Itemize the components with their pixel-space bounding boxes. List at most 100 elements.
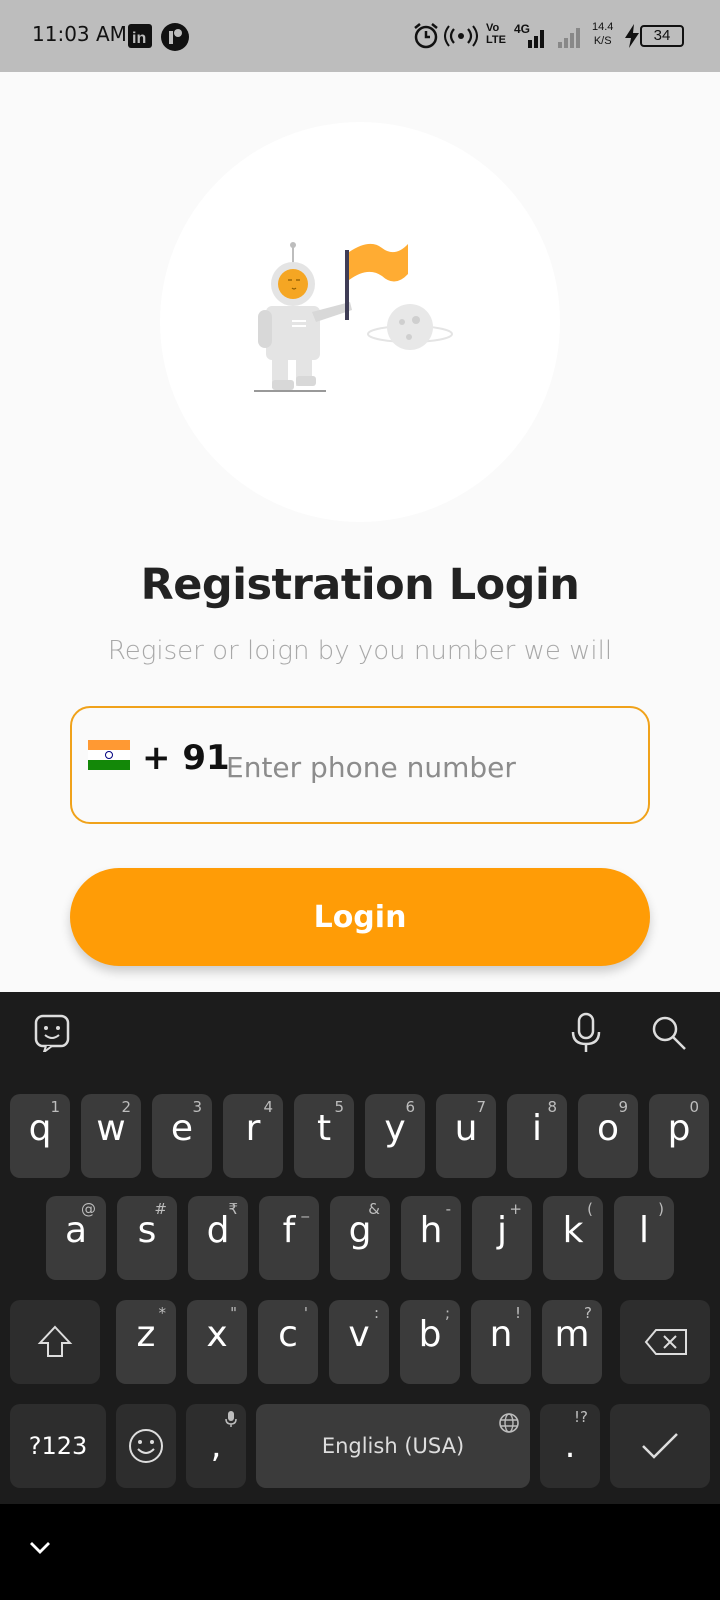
- key-s[interactable]: # s: [117, 1196, 177, 1280]
- shift-key[interactable]: [10, 1300, 100, 1384]
- comma-label: ,: [210, 1426, 222, 1466]
- signal-icon: [558, 28, 580, 48]
- key-g[interactable]: & g: [330, 1196, 390, 1280]
- space-key[interactable]: English (USA): [256, 1404, 530, 1488]
- key-p[interactable]: 0p: [649, 1094, 709, 1178]
- key-label: q: [28, 1108, 52, 1149]
- key-z[interactable]: * z: [116, 1300, 176, 1384]
- key-u[interactable]: 7u: [436, 1094, 496, 1178]
- battery-level: 34: [653, 27, 671, 44]
- key-q[interactable]: 1q: [10, 1094, 70, 1178]
- nav-bar: [0, 1504, 720, 1600]
- linkedin-icon: in: [128, 24, 152, 48]
- key-y[interactable]: 6y: [365, 1094, 425, 1178]
- symbols-key[interactable]: ?123: [10, 1404, 106, 1488]
- key-label: k: [562, 1210, 584, 1251]
- key-l[interactable]: ) l: [614, 1196, 674, 1280]
- key-t[interactable]: 5t: [294, 1094, 354, 1178]
- key-label: b: [418, 1314, 442, 1355]
- india-flag-icon: [88, 740, 130, 770]
- status-time: 11:03 AM: [32, 22, 127, 46]
- key-i[interactable]: 8i: [507, 1094, 567, 1178]
- key-label: r: [245, 1108, 261, 1149]
- astronaut-illustration: [254, 242, 453, 392]
- check-icon: [642, 1433, 678, 1459]
- alarm-icon: [414, 23, 438, 49]
- key-k[interactable]: (k: [543, 1196, 603, 1280]
- key-label: s: [137, 1210, 157, 1251]
- space-label: English (USA): [321, 1434, 465, 1458]
- status-bar: 11:03 AM in Vo LTE 4G 14.4 K/S 34: [0, 0, 720, 72]
- key-j[interactable]: + j: [472, 1196, 532, 1280]
- search-icon[interactable]: [650, 1014, 688, 1052]
- key-label: i: [531, 1108, 542, 1149]
- keyboard: 1q2w3e4r5t6y7u8i9o0p @ a # s ₹ d _ f & g - h + j(k) l …: [0, 992, 720, 1504]
- key-h[interactable]: -h: [401, 1196, 461, 1280]
- period-label: .: [564, 1426, 576, 1466]
- key-v[interactable]: :v: [329, 1300, 389, 1384]
- key-r[interactable]: 4r: [223, 1094, 283, 1178]
- mic-icon[interactable]: [570, 1012, 602, 1054]
- key-label: e: [170, 1108, 194, 1149]
- speed-value: 14.4: [592, 21, 614, 33]
- key-e[interactable]: 3e: [152, 1094, 212, 1178]
- phone-input[interactable]: [224, 746, 628, 788]
- key-label: v: [348, 1314, 370, 1355]
- backspace-key[interactable]: [620, 1300, 710, 1384]
- battery-icon: 34: [640, 25, 684, 47]
- emoji-icon: [129, 1429, 163, 1463]
- key-c[interactable]: ' c: [258, 1300, 318, 1384]
- app-icon: [161, 23, 189, 51]
- key-x[interactable]: " x: [187, 1300, 247, 1384]
- key-label: l: [638, 1210, 649, 1251]
- volte-icon: Vo LTE: [486, 22, 506, 46]
- shift-icon: [37, 1325, 73, 1357]
- page-title: Registration Login: [140, 560, 580, 610]
- key-label: o: [596, 1108, 620, 1149]
- key-label: g: [348, 1210, 372, 1251]
- key-label: n: [489, 1314, 513, 1355]
- key-o[interactable]: 9o: [578, 1094, 638, 1178]
- key-label: w: [96, 1108, 126, 1149]
- charging-icon: [625, 24, 639, 48]
- key-label: h: [419, 1210, 443, 1251]
- key-label: d: [206, 1210, 230, 1251]
- mic-small-icon: [225, 1411, 237, 1427]
- phone-field[interactable]: + 91: [70, 706, 650, 824]
- comma-key[interactable]: ,: [186, 1404, 246, 1488]
- chevron-down-icon[interactable]: [28, 1540, 52, 1556]
- login-button[interactable]: Login: [70, 868, 650, 966]
- symbols-label: ?123: [28, 1432, 88, 1460]
- key-label: j: [496, 1210, 507, 1251]
- speed-unit: K/S: [593, 35, 612, 47]
- page-subtitle: Regiser or loign by you number we will: [107, 636, 613, 666]
- key-d[interactable]: ₹ d: [188, 1196, 248, 1280]
- key-w[interactable]: 2w: [81, 1094, 141, 1178]
- period-hint: !?: [574, 1408, 588, 1426]
- key-b[interactable]: ; b: [400, 1300, 460, 1384]
- signal-bars-icon: [528, 30, 544, 48]
- key-label: p: [667, 1108, 691, 1149]
- key-label: f: [282, 1210, 296, 1251]
- enter-key[interactable]: [610, 1404, 710, 1488]
- key-label: m: [554, 1314, 590, 1355]
- key-f[interactable]: _ f: [259, 1196, 319, 1280]
- emoji-key[interactable]: [116, 1404, 176, 1488]
- period-key[interactable]: . !?: [540, 1404, 600, 1488]
- svg-text:in: in: [132, 30, 146, 47]
- key-label: t: [316, 1108, 332, 1149]
- key-m[interactable]: ? m: [542, 1300, 602, 1384]
- backspace-icon: [644, 1329, 687, 1355]
- key-label: a: [64, 1210, 88, 1251]
- key-n[interactable]: ! n: [471, 1300, 531, 1384]
- globe-icon: [499, 1413, 519, 1433]
- hotspot-icon: [444, 25, 478, 47]
- key-label: y: [384, 1108, 406, 1149]
- key-label: x: [206, 1314, 228, 1355]
- country-code[interactable]: + 91: [142, 738, 230, 778]
- key-label: z: [136, 1314, 156, 1355]
- key-label: u: [454, 1108, 478, 1149]
- sticker-icon[interactable]: [34, 1014, 70, 1052]
- key-a[interactable]: @ a: [46, 1196, 106, 1280]
- speed-icon: 14.4 K/S: [592, 20, 613, 48]
